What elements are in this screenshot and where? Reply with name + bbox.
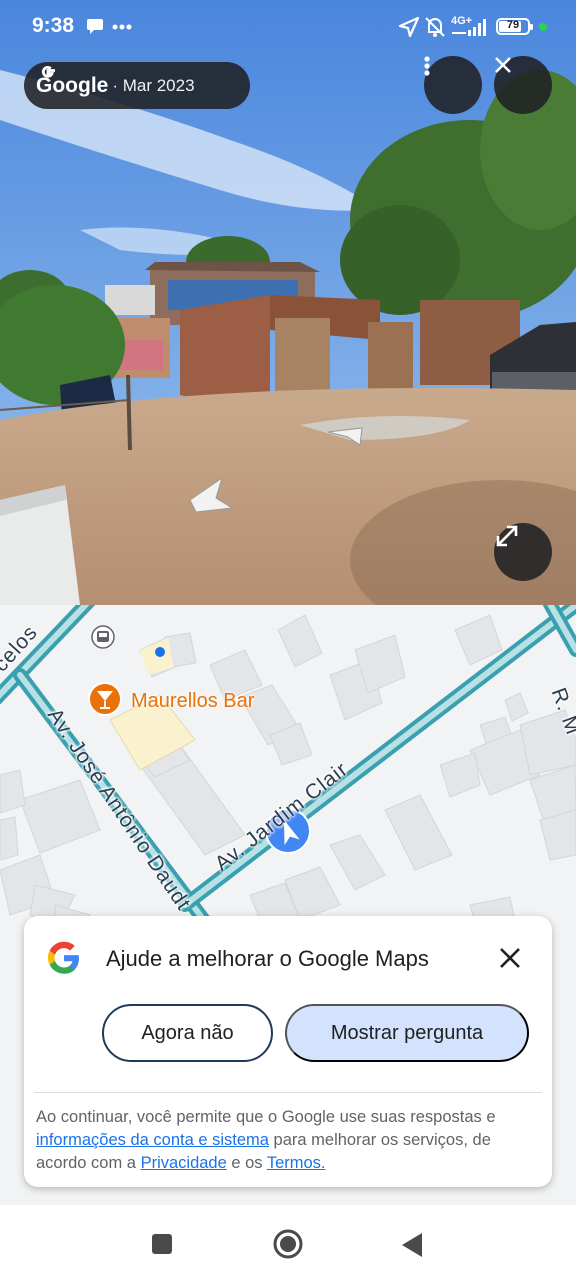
google-g-logo-icon: [47, 941, 79, 974]
survey-disclaimer: Ao continuar, você permite que o Google …: [36, 1106, 542, 1175]
google-logo-icon: [41, 65, 55, 78]
home-circle-icon[interactable]: [272, 1228, 304, 1260]
expand-icon: [496, 525, 518, 547]
street-view-panorama[interactable]: 9:38 4G+ 79 Google · Mar 2023: [0, 0, 576, 605]
poi-label-maurellos-bar[interactable]: Maurellos Bar: [131, 690, 254, 713]
terms-link[interactable]: Termos.: [267, 1154, 326, 1172]
disclaimer-text-1: Ao continuar, você permite que o Google …: [36, 1108, 496, 1126]
bar-pin-icon[interactable]: [88, 682, 122, 716]
back-triangle-icon[interactable]: [400, 1232, 424, 1258]
close-street-view-button[interactable]: [494, 56, 552, 114]
capture-date: · Mar 2023: [112, 75, 195, 95]
charging-dot: [539, 23, 547, 31]
battery-icon: 79: [496, 18, 533, 35]
account-system-info-link[interactable]: informações da conta e sistema: [36, 1131, 269, 1149]
disclaimer-text-3: e os: [226, 1154, 267, 1172]
survey-title: Ajude a melhorar o Google Maps: [106, 946, 429, 971]
system-navigation-bar: [0, 1205, 576, 1280]
close-icon: [495, 57, 511, 73]
bell-muted-icon: [425, 17, 445, 37]
status-bar: 9:38 4G+ 79: [0, 0, 576, 56]
card-divider: [34, 1092, 542, 1093]
bus-stop-icon[interactable]: [91, 625, 115, 649]
location-arrow-icon: [398, 16, 420, 38]
expand-view-button[interactable]: [494, 523, 552, 581]
more-options-button[interactable]: [424, 56, 482, 114]
battery-level: 79: [506, 19, 520, 31]
privacy-link[interactable]: Privacidade: [141, 1154, 227, 1172]
status-time: 9:38: [32, 14, 75, 37]
survey-card: Ajude a melhorar o Google Maps Agora não…: [24, 916, 552, 1187]
street-view-info-pill[interactable]: Google · Mar 2023: [24, 62, 250, 109]
not-now-button[interactable]: Agora não: [102, 1004, 273, 1062]
battery-tip: [530, 24, 533, 30]
message-icon: [87, 19, 103, 34]
recents-square-icon[interactable]: [151, 1233, 173, 1255]
dismiss-survey-icon[interactable]: [496, 944, 524, 972]
signal-icon: [452, 19, 486, 36]
more-dots-icon: [112, 24, 132, 30]
vertical-dots-icon: [424, 56, 430, 76]
show-question-button[interactable]: Mostrar pergunta: [285, 1004, 529, 1062]
